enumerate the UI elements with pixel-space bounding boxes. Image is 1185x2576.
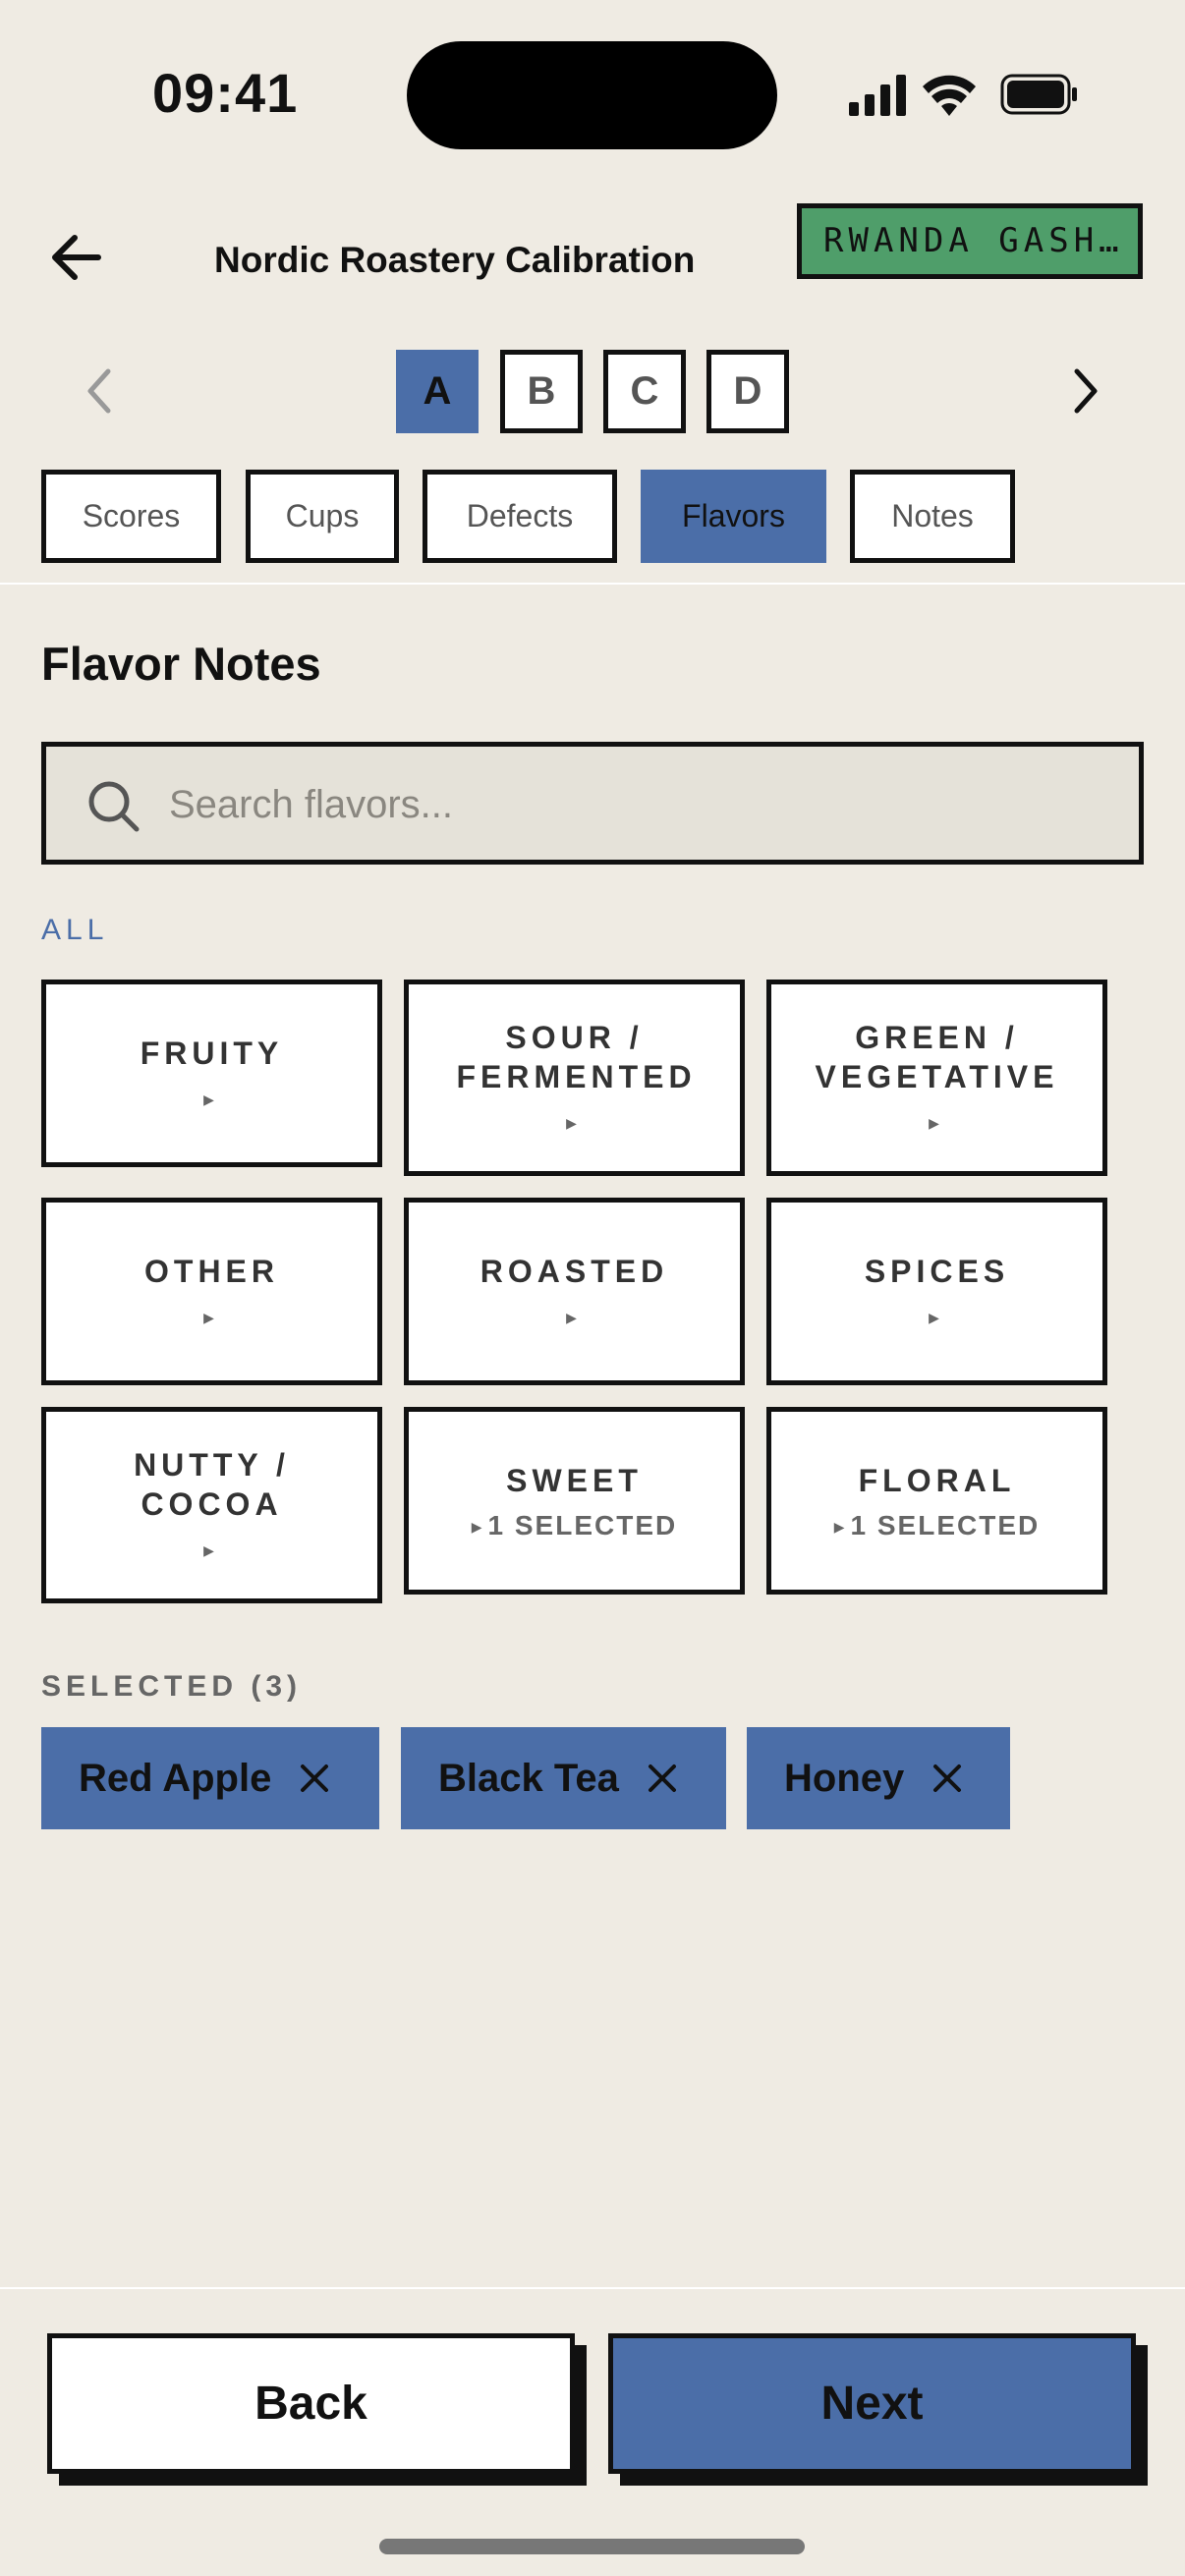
battery-icon	[1000, 74, 1077, 115]
wifi-icon	[923, 75, 976, 116]
flavor-category-green-vegetative[interactable]: GREEN / VEGETATIVE ▶	[766, 980, 1107, 1176]
tab-scores[interactable]: Scores	[41, 470, 221, 563]
sample-d-button[interactable]: D	[706, 350, 789, 433]
triangle-right-icon: ▶	[929, 1309, 941, 1325]
chip-label: Honey	[784, 1756, 905, 1800]
flavor-category-other[interactable]: OTHER ▶	[41, 1198, 382, 1385]
divider	[0, 583, 1185, 585]
category-expand: ▶	[566, 1301, 583, 1332]
category-name: GREEN / VEGETATIVE	[815, 1020, 1059, 1094]
triangle-right-icon: ▶	[471, 1518, 484, 1535]
chip-label: Red Apple	[79, 1756, 272, 1800]
category-expand: ▶	[929, 1301, 945, 1332]
tab-defects[interactable]: Defects	[423, 470, 617, 563]
flavor-category-floral[interactable]: FLORAL ▶ 1 SELECTED	[766, 1407, 1107, 1595]
footer-divider	[0, 2287, 1185, 2289]
category-expand: ▶	[203, 1534, 220, 1565]
category-name: FRUITY	[140, 1035, 284, 1071]
filter-all-label[interactable]: ALL	[41, 914, 108, 947]
triangle-right-icon: ▶	[203, 1542, 216, 1559]
category-name: SPICES	[864, 1253, 1010, 1289]
search-box[interactable]	[41, 742, 1144, 865]
home-indicator	[379, 2539, 805, 2554]
triangle-right-icon: ▶	[203, 1309, 216, 1325]
selected-chip-black-tea: Black Tea	[401, 1727, 726, 1829]
lot-tag[interactable]: RWANDA GASH…	[797, 203, 1143, 279]
flavor-category-fruity[interactable]: FRUITY ▶	[41, 980, 382, 1167]
flavor-category-sour-fermented[interactable]: SOUR / FERMENTED ▶	[404, 980, 745, 1176]
triangle-right-icon: ▶	[929, 1115, 941, 1132]
triangle-right-icon: ▶	[833, 1518, 847, 1535]
page-title: Nordic Roastery Calibration	[214, 240, 696, 280]
triangle-right-icon: ▶	[566, 1115, 579, 1132]
category-expand: ▶	[203, 1083, 220, 1114]
search-icon	[88, 781, 140, 832]
category-name: NUTTY / COCOA	[134, 1447, 290, 1522]
category-name: SWEET	[506, 1462, 643, 1498]
flavor-category-nutty-cocoa[interactable]: NUTTY / COCOA ▶	[41, 1407, 382, 1603]
sample-a-button[interactable]: A	[396, 350, 479, 433]
chip-label: Black Tea	[438, 1756, 619, 1800]
tab-flavors[interactable]: Flavors	[641, 470, 826, 563]
category-expand: ▶	[929, 1106, 945, 1138]
category-name: FLORAL	[858, 1462, 1016, 1498]
next-button[interactable]: Next	[608, 2333, 1136, 2474]
status-time: 09:41	[152, 62, 299, 124]
flavor-category-sweet[interactable]: SWEET ▶ 1 SELECTED	[404, 1407, 745, 1595]
selected-chip-honey: Honey	[747, 1727, 1010, 1829]
flavor-category-roasted[interactable]: ROASTED ▶	[404, 1198, 745, 1385]
tab-cups[interactable]: Cups	[246, 470, 399, 563]
triangle-right-icon: ▶	[566, 1309, 579, 1325]
category-expand: ▶	[203, 1301, 220, 1332]
back-arrow-icon[interactable]	[47, 228, 106, 287]
remove-icon[interactable]	[647, 1763, 678, 1794]
triangle-right-icon: ▶	[203, 1091, 216, 1107]
dynamic-island	[407, 41, 777, 149]
signal-icon	[849, 75, 906, 116]
remove-icon[interactable]	[931, 1763, 963, 1794]
category-selected-count: ▶ 1 SELECTED	[833, 1509, 1041, 1540]
sample-b-button[interactable]: B	[500, 350, 583, 433]
back-button[interactable]: Back	[47, 2333, 575, 2474]
section-title: Flavor Notes	[41, 638, 321, 690]
chevron-left-icon[interactable]	[79, 362, 118, 420]
chevron-right-icon[interactable]	[1067, 362, 1106, 420]
search-input[interactable]	[169, 770, 1053, 839]
category-name: OTHER	[144, 1253, 279, 1289]
category-name: ROASTED	[480, 1253, 669, 1289]
category-selected-count: ▶ 1 SELECTED	[471, 1509, 678, 1540]
flavor-category-spices[interactable]: SPICES ▶	[766, 1198, 1107, 1385]
selected-chip-red-apple: Red Apple	[41, 1727, 379, 1829]
category-expand: ▶	[566, 1106, 583, 1138]
category-name: SOUR / FERMENTED	[456, 1020, 697, 1094]
status-icons	[849, 74, 1077, 116]
sample-c-button[interactable]: C	[603, 350, 686, 433]
selected-count-label: SELECTED (3)	[41, 1670, 303, 1703]
remove-icon[interactable]	[299, 1763, 330, 1794]
tab-notes[interactable]: Notes	[850, 470, 1015, 563]
